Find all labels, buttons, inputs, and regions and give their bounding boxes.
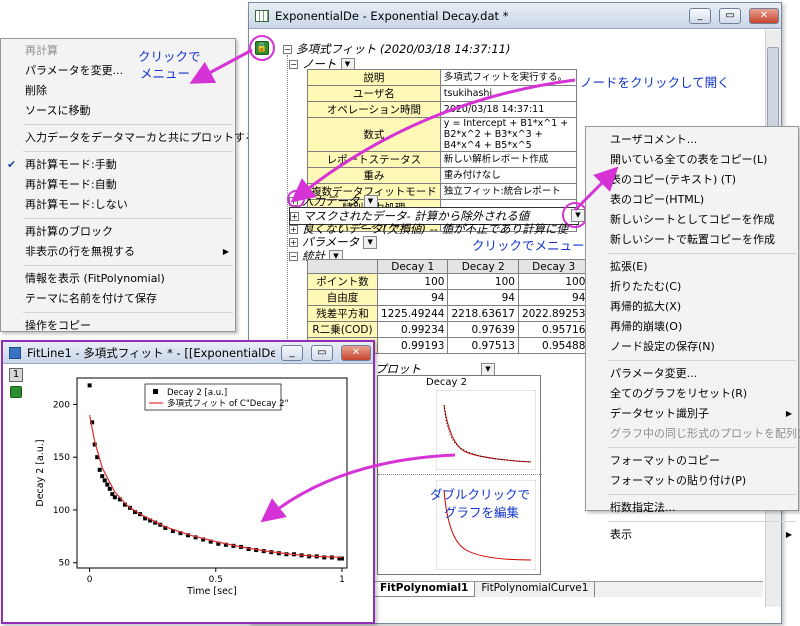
annotation-click-menu-right: クリックでメニュー [472,238,585,253]
annotation-arrows [189,48,619,523]
annotation-node-click: ノードをクリックして開く [580,75,730,90]
annotation-dblclick-2: グラフを編集 [444,505,520,520]
annotation-click-menu-2: メニュー [140,66,191,81]
annotation-dblclick-1: ダブルクリックで [430,487,531,502]
